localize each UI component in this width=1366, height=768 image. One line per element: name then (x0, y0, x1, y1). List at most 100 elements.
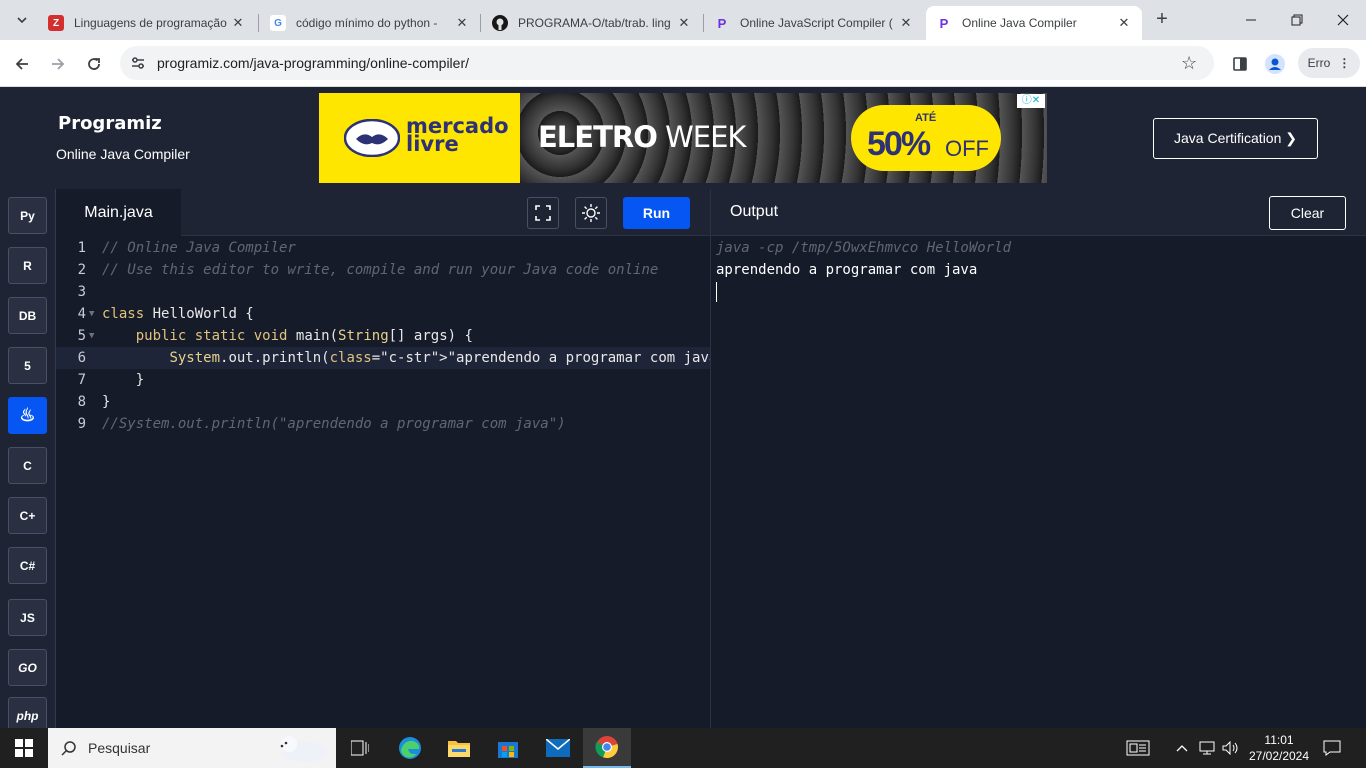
more-menu-icon[interactable]: ⋮ (1338, 56, 1350, 70)
go-icon[interactable]: GO (8, 649, 47, 686)
code-line[interactable]: 2 // Use this editor to write, compile an… (56, 259, 710, 281)
clock-time: 11:01 (1264, 733, 1294, 747)
programiz-logo[interactable]: Programiz (58, 113, 162, 134)
news-widget-icon[interactable] (1126, 728, 1150, 768)
show-hidden-icons-button[interactable] (1176, 728, 1188, 768)
browser-tab-4[interactable]: P Online JavaScript Compiler ( ✕ (704, 6, 924, 40)
theme-toggle-button[interactable] (575, 197, 607, 229)
forward-button[interactable] (45, 51, 71, 77)
file-explorer-button[interactable] (435, 728, 483, 768)
bookmark-star-icon[interactable]: ☆ (1181, 53, 1197, 74)
browser-tab-2[interactable]: G código mínimo do python - ✕ (260, 6, 480, 40)
ad-badge-off: OFF (945, 136, 989, 161)
address-bar[interactable]: programiz.com/java-programming/online-co… (120, 46, 1214, 80)
code-line[interactable]: 1 // Online Java Compiler (56, 237, 710, 259)
browser-tab-active[interactable]: P Online Java Compiler ✕ (926, 6, 1142, 40)
new-tab-button[interactable]: + (1150, 8, 1174, 32)
code-line-current[interactable]: 6 System.out.println(class="c-str">"apre… (56, 347, 743, 369)
browser-tab-3[interactable]: PROGRAMA-O/tab/trab. ling ✕ (482, 6, 702, 40)
java-icon[interactable]: ♨ (8, 397, 47, 434)
notification-icon (1323, 740, 1341, 756)
code-text: public static void main(String[] args) { (135, 328, 473, 344)
run-button[interactable]: Run (623, 197, 690, 229)
fold-arrow-icon[interactable]: ▼ (89, 325, 94, 347)
chrome-icon (595, 736, 618, 759)
browser-tab-1[interactable]: Z Linguagens de programação ✕ (38, 6, 256, 40)
ad-choices-icon[interactable]: ⓘ✕ (1017, 94, 1045, 108)
code-line[interactable]: 9 //System.out.println("aprendendo a prog… (56, 413, 710, 435)
advertisement-banner[interactable]: mercado livre ELETRO WEEK ATÉ 50% OFF ⓘ✕ (319, 93, 1047, 183)
code-text: } (102, 372, 145, 388)
c-icon[interactable]: C (8, 447, 47, 484)
back-button[interactable] (9, 51, 35, 77)
reload-button[interactable] (81, 51, 107, 77)
code-line[interactable]: 8} (56, 391, 710, 413)
csharp-icon[interactable]: C# (8, 547, 47, 584)
editor-toolbar: Main.java Run (56, 189, 710, 236)
html5-icon[interactable]: 5 (8, 347, 47, 384)
code-text: System.out.println(class="c-str">"aprend… (169, 350, 743, 366)
ad-badge-percent: 50% (867, 125, 931, 163)
output-cursor[interactable] (716, 282, 717, 302)
r-icon[interactable]: R (8, 247, 47, 284)
arrow-right-icon (52, 58, 65, 70)
edge-taskbar-button[interactable] (386, 728, 434, 768)
profile-error-chip[interactable]: Erro ⋮ (1298, 48, 1360, 78)
close-tab-icon[interactable]: ✕ (676, 15, 692, 31)
google-icon: G (270, 15, 286, 31)
side-panel-button[interactable] (1227, 51, 1253, 77)
minimize-icon (1246, 19, 1256, 21)
tab-search-button[interactable] (8, 6, 36, 34)
chrome-taskbar-button[interactable] (583, 728, 631, 768)
search-placeholder: Pesquisar (88, 740, 151, 756)
search-icon (61, 741, 76, 756)
handshake-icon (344, 119, 400, 157)
close-icon (1337, 14, 1349, 26)
code-line[interactable]: 7 } (56, 369, 710, 391)
close-tab-icon[interactable]: ✕ (898, 15, 914, 31)
chevron-down-icon (17, 17, 27, 24)
code-line[interactable]: 5 ▼ public static void main(String[] args… (56, 325, 710, 347)
file-tab-main-java[interactable]: Main.java (56, 189, 181, 236)
java-certification-button[interactable]: Java Certification ❯ (1153, 118, 1318, 159)
code-line[interactable]: 3 (56, 281, 710, 303)
python-icon[interactable]: Py (8, 197, 47, 234)
url-text[interactable]: programiz.com/java-programming/online-co… (157, 55, 469, 71)
tab-divider (480, 14, 481, 32)
programiz-favicon-icon: P (939, 15, 949, 31)
taskbar-search-box[interactable]: Pesquisar (48, 728, 336, 768)
close-window-button[interactable] (1320, 0, 1366, 40)
code-area[interactable]: 1 // Online Java Compiler 2 // Use this ed… (56, 237, 743, 435)
windows-taskbar: Pesquisar 11:01 27/02/2024 (0, 728, 1366, 768)
task-view-button[interactable] (336, 728, 384, 768)
polar-bear-icon (280, 736, 327, 763)
close-tab-icon[interactable]: ✕ (230, 15, 246, 31)
close-tab-icon[interactable]: ✕ (454, 15, 470, 31)
network-icon[interactable] (1199, 728, 1215, 768)
fold-arrow-icon[interactable]: ▼ (89, 303, 94, 325)
person-icon (1265, 54, 1285, 74)
minimize-button[interactable] (1228, 0, 1274, 40)
windows-start-button[interactable] (0, 728, 48, 768)
cpp-icon[interactable]: C+ (8, 497, 47, 534)
mail-button[interactable] (534, 728, 582, 768)
output-title: Output (730, 203, 779, 220)
fullscreen-button[interactable] (527, 197, 559, 229)
code-editor-pane: Main.java Run 1 // Online Java Compiler 2… (56, 189, 743, 728)
language-sidebar: Py R DB 5 ♨ C C+ C# JS GO php (0, 189, 56, 734)
close-tab-icon[interactable]: ✕ (1116, 15, 1132, 31)
js-icon[interactable]: JS (8, 599, 47, 636)
microsoft-store-button[interactable] (484, 728, 532, 768)
clock[interactable]: 11:01 27/02/2024 (1249, 728, 1309, 768)
profile-button[interactable] (1262, 51, 1288, 77)
code-line[interactable]: 4 ▼ class HelloWorld { (56, 303, 710, 325)
notification-center-button[interactable] (1323, 728, 1341, 768)
restore-icon (1291, 14, 1303, 26)
ad-brand-panel: mercado livre (319, 93, 520, 183)
code-text: class HelloWorld { (102, 306, 254, 322)
clear-button[interactable]: Clear (1269, 196, 1346, 230)
site-info-icon[interactable] (130, 55, 146, 76)
volume-icon[interactable] (1222, 728, 1240, 768)
restore-button[interactable] (1274, 0, 1320, 40)
sql-icon[interactable]: DB (8, 297, 47, 334)
